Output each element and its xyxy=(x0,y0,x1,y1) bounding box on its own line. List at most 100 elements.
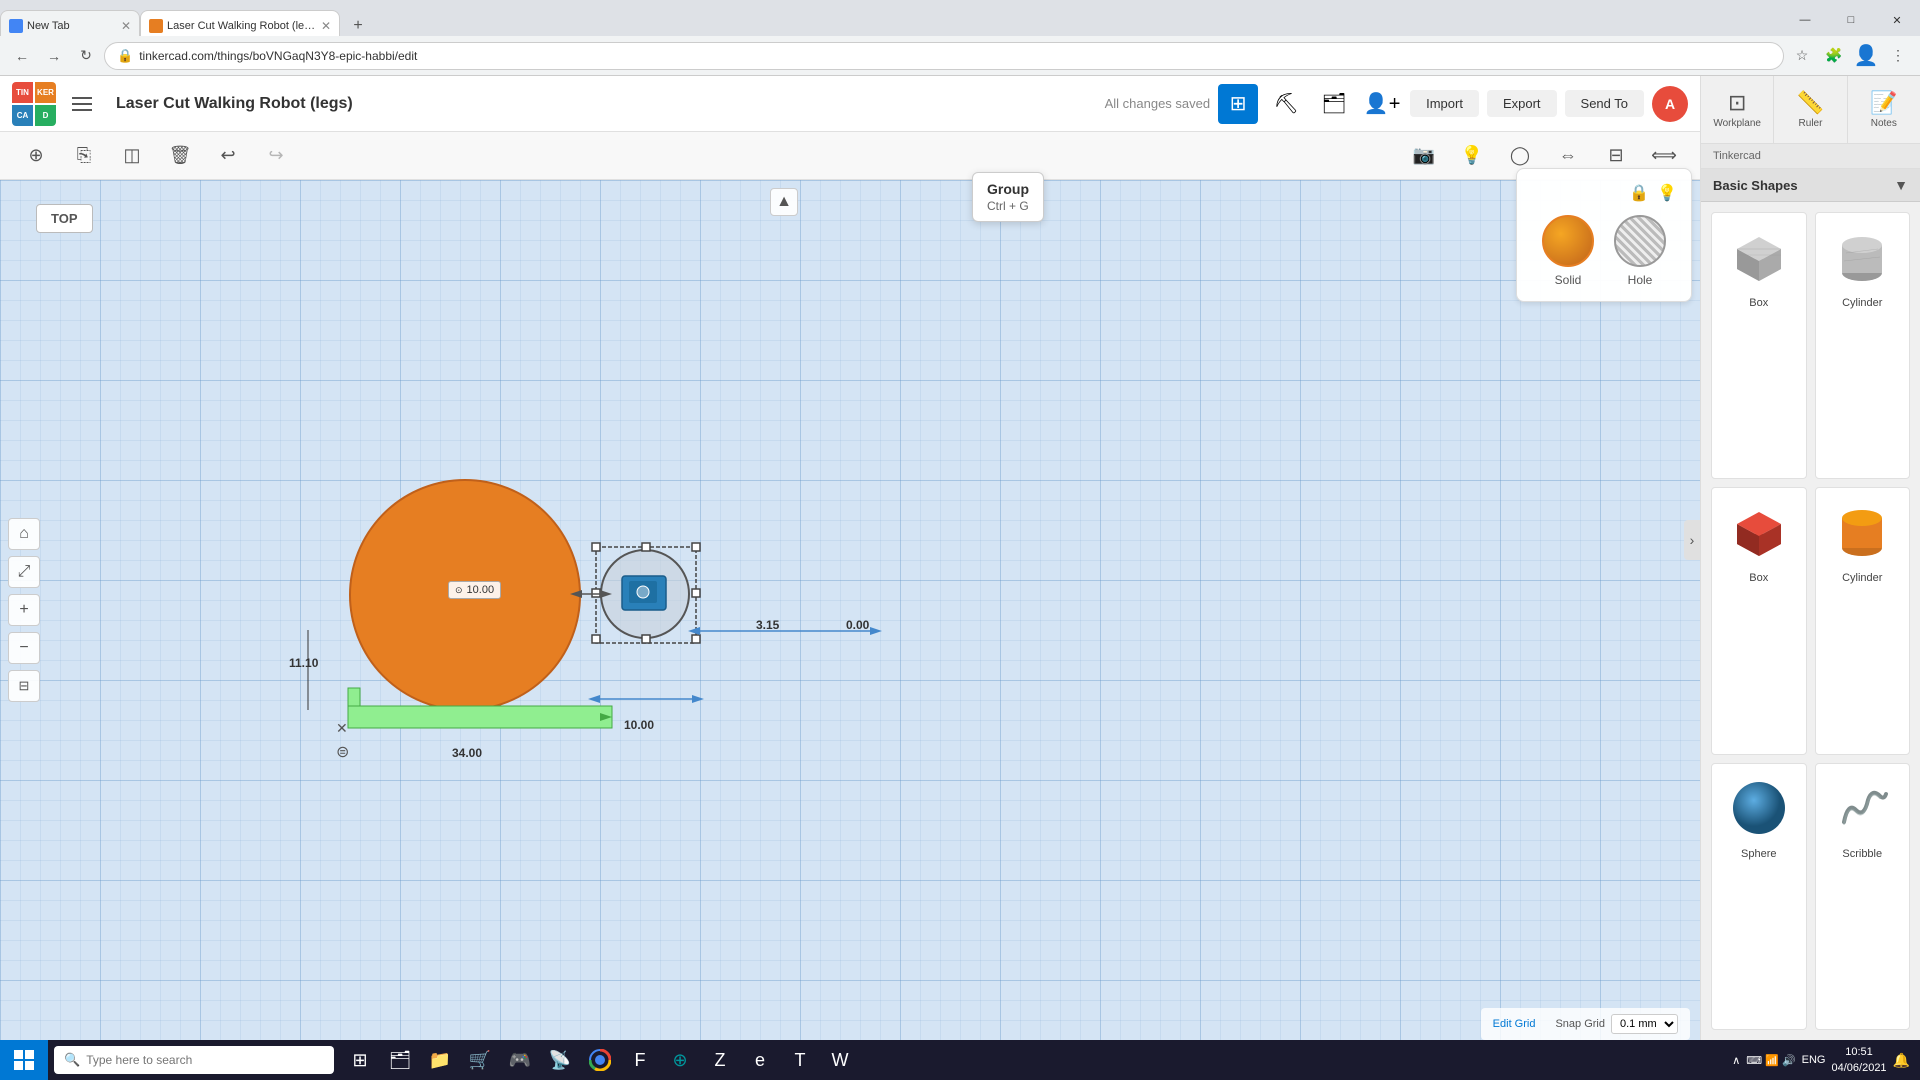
maximize-button[interactable]: □ xyxy=(1828,2,1874,38)
start-button[interactable] xyxy=(0,1040,48,1080)
figma-button[interactable]: F xyxy=(620,1040,660,1080)
notifications-button[interactable]: 🔔 xyxy=(1893,1052,1910,1069)
shape-box-grey[interactable]: Box xyxy=(1711,212,1807,479)
store-button[interactable]: 🛒 xyxy=(460,1040,500,1080)
circle-mark[interactable]: ⊜ xyxy=(336,742,349,762)
signal-button[interactable]: 📡 xyxy=(540,1040,580,1080)
extensions-button[interactable]: 🧩 xyxy=(1820,42,1848,70)
shape-box-red[interactable]: Box xyxy=(1711,487,1807,754)
canvas-controls: ⌂ ⤢ + − ⊟ xyxy=(8,518,40,702)
taskbar-search[interactable]: 🔍 xyxy=(54,1046,334,1074)
right-panel: ⊡ Workplane 📏 Ruler 📝 Notes Tinkercad Ba… xyxy=(1700,76,1920,1040)
snap-grid-control: Snap Grid 0.1 mm 0.5 mm 1 mm xyxy=(1555,1014,1678,1034)
lock-button[interactable]: 🔒 xyxy=(1629,183,1649,203)
hole-option[interactable]: Hole xyxy=(1614,215,1666,287)
menu-button[interactable]: ⋮ xyxy=(1884,42,1912,70)
steam-button[interactable]: 🎮 xyxy=(500,1040,540,1080)
panel-expand-arrow[interactable]: › xyxy=(1684,520,1700,560)
tinkercad-logo[interactable]: TIN KER CA D xyxy=(12,82,56,126)
scribble-icon xyxy=(1826,772,1898,844)
system-tray: ∧ ⌨ 📶 🔊 ENG 10:51 04/06/2021 🔔 xyxy=(1732,1044,1920,1077)
edge-browser-button[interactable]: e xyxy=(740,1040,780,1080)
snap-grid-select[interactable]: 0.1 mm 0.5 mm 1 mm xyxy=(1611,1014,1678,1034)
canvas-up-arrow[interactable]: ▲ xyxy=(770,188,798,216)
zoom-out-button[interactable]: − xyxy=(8,632,40,664)
fit-view-button[interactable]: ⤢ xyxy=(8,556,40,588)
shapes-category-row[interactable]: Basic Shapes ▼ xyxy=(1701,169,1920,202)
task-view-button[interactable]: ⊞ xyxy=(340,1040,380,1080)
shape-scribble-label: Scribble xyxy=(1842,848,1882,860)
camera-button[interactable]: 📷 xyxy=(1404,136,1444,176)
close-button[interactable]: ✕ xyxy=(1874,2,1920,38)
solid-option[interactable]: Solid xyxy=(1542,215,1594,287)
workplane-button[interactable]: ⊡ Workplane xyxy=(1701,76,1774,143)
workplane-icon: ⊡ xyxy=(1728,90,1746,116)
close-mark[interactable]: ✕ xyxy=(336,720,348,737)
shape-cylinder-orange[interactable]: Cylinder xyxy=(1815,487,1911,754)
import-button[interactable]: Import xyxy=(1410,90,1479,117)
avatar[interactable]: A xyxy=(1652,86,1688,122)
zoom-in-button[interactable]: + xyxy=(8,594,40,626)
ruler-button[interactable]: 📏 Ruler xyxy=(1774,76,1847,143)
shape-scribble[interactable]: Scribble xyxy=(1815,763,1911,1030)
save-status: All changes saved xyxy=(1105,96,1211,111)
layer-button[interactable]: ⊟ xyxy=(8,670,40,702)
file-explorer-button[interactable]: 🗂 xyxy=(380,1040,420,1080)
export-button[interactable]: Export xyxy=(1487,90,1557,117)
search-input[interactable] xyxy=(86,1053,306,1067)
redo-button[interactable]: ↪ xyxy=(256,136,296,176)
taskbar: 🔍 ⊞ 🗂 📁 🛒 🎮 📡 F ⊕ Z e T W ∧ ⌨ 📶 🔊 ENG 10… xyxy=(0,1040,1920,1080)
hole-label: Hole xyxy=(1628,273,1653,287)
sphere-blue-icon xyxy=(1723,772,1795,844)
teams-button[interactable]: T xyxy=(780,1040,820,1080)
forward-button[interactable]: → xyxy=(40,42,68,70)
tray-up-arrow[interactable]: ∧ xyxy=(1732,1054,1740,1067)
cylinder-orange-icon xyxy=(1826,496,1898,568)
shape-sphere-blue[interactable]: Sphere xyxy=(1711,763,1807,1030)
add-user-button[interactable]: 👤+ xyxy=(1362,84,1402,124)
dim-label-10-bottom: 10.00 xyxy=(624,718,654,732)
copy-button[interactable]: ⎘ xyxy=(64,136,104,176)
layers-button[interactable]: 🗂 xyxy=(1314,84,1354,124)
send-to-button[interactable]: Send To xyxy=(1565,90,1644,117)
box-grey-icon xyxy=(1723,221,1795,293)
profile-button[interactable]: 👤 xyxy=(1852,42,1880,70)
ruler-label: Ruler xyxy=(1799,118,1823,129)
shape-cylinder-grey[interactable]: Cylinder xyxy=(1815,212,1911,479)
notes-button[interactable]: 📝 Notes xyxy=(1848,76,1920,143)
shape-box-grey-label: Box xyxy=(1749,297,1768,309)
back-button[interactable]: ← xyxy=(8,42,36,70)
shape-box-red-label: Box xyxy=(1749,572,1768,584)
light-button[interactable]: 💡 xyxy=(1452,136,1492,176)
edit-grid-button[interactable]: Edit Grid xyxy=(1493,1018,1536,1030)
edge-button[interactable]: 📁 xyxy=(420,1040,460,1080)
3d-view-button[interactable]: ⛏ xyxy=(1266,84,1306,124)
undo-button[interactable]: ↩ xyxy=(208,136,248,176)
grid-view-button[interactable]: ⊞ xyxy=(1218,84,1258,124)
zoom-button[interactable]: Z xyxy=(700,1040,740,1080)
dim-label-10-inner: ⊙ 10.00 xyxy=(448,581,501,599)
address-bar[interactable]: 🔒 tinkercad.com/things/boVNGaqN3Y8-epic-… xyxy=(104,42,1784,70)
new-shape-button[interactable]: ⊕ xyxy=(16,136,56,176)
arduino-button[interactable]: ⊕ xyxy=(660,1040,700,1080)
shapes-expand-icon[interactable]: ▼ xyxy=(1894,177,1908,193)
group-tooltip-shortcut: Ctrl + G xyxy=(987,199,1029,213)
delete-button[interactable]: 🗑 xyxy=(160,136,200,176)
minimize-button[interactable]: — xyxy=(1782,2,1828,38)
hamburger-menu[interactable] xyxy=(72,90,100,118)
home-view-button[interactable]: ⌂ xyxy=(8,518,40,550)
duplicate-button[interactable]: ◫ xyxy=(112,136,152,176)
chrome-button[interactable] xyxy=(580,1040,620,1080)
bottom-bar: Edit Grid Snap Grid 0.1 mm 0.5 mm 1 mm xyxy=(1481,1008,1690,1040)
refresh-button[interactable]: ↻ xyxy=(72,42,100,70)
top-nav-row: ⊡ Workplane 📏 Ruler 📝 Notes xyxy=(1701,76,1920,144)
window-controls: — □ ✕ xyxy=(1782,2,1920,38)
notes-icon: 📝 xyxy=(1870,90,1897,116)
word-button[interactable]: W xyxy=(820,1040,860,1080)
taskbar-clock: 10:51 04/06/2021 xyxy=(1832,1044,1887,1077)
light-toggle-button[interactable]: 💡 xyxy=(1657,183,1677,203)
canvas-area[interactable]: TOP ▲ ⌂ ⤢ + − ⊟ xyxy=(0,180,1700,1040)
dim-label-315: 3.15 xyxy=(756,618,779,632)
bookmark-button[interactable]: ☆ xyxy=(1788,42,1816,70)
shape-type-panel: 🔒 💡 Solid Hole xyxy=(1516,168,1692,302)
